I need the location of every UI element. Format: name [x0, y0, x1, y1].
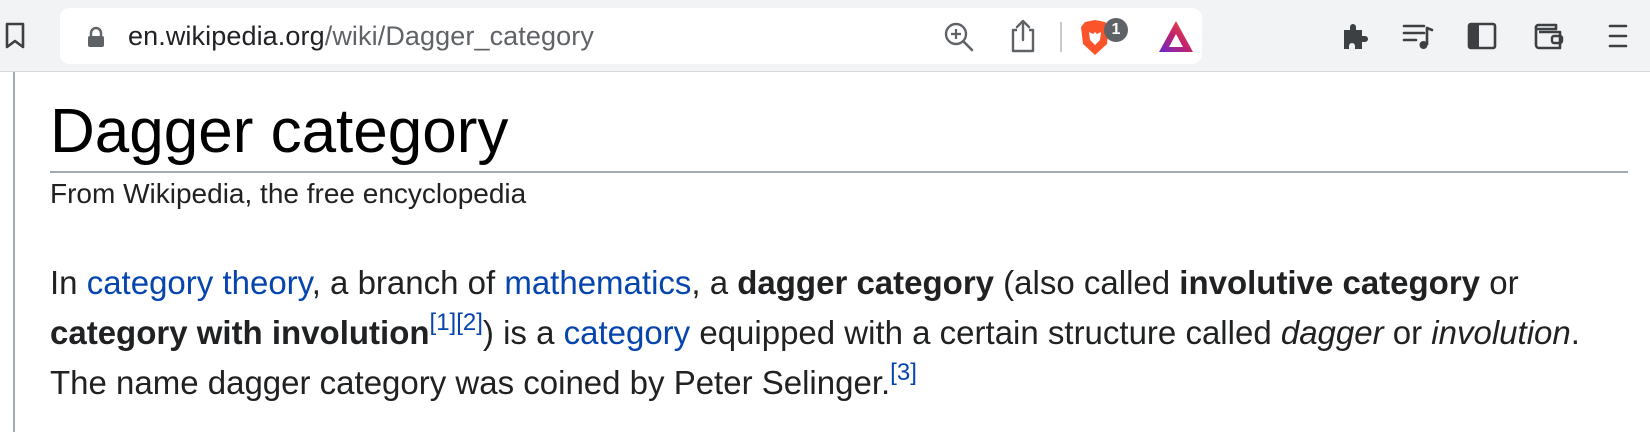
bookmark-icon[interactable] — [2, 20, 28, 52]
browser-toolbar: en.wikipedia.org/wiki/Dagger_category 1 — [0, 0, 1650, 72]
text-span: . — [1570, 314, 1580, 351]
media-playlist-icon[interactable] — [1400, 18, 1436, 54]
paragraph-line: category with involution[1][2]) is a cat… — [50, 308, 1645, 358]
text-span: , a — [691, 264, 738, 301]
share-icon[interactable] — [1006, 18, 1040, 54]
paragraph-line: The name dagger category was coined by P… — [50, 358, 1645, 408]
sidebar-icon[interactable] — [1464, 18, 1500, 54]
citation-3[interactable]: [3] — [890, 359, 917, 386]
link-category-theory[interactable]: category theory — [87, 264, 312, 301]
text-span: , a branch of — [311, 264, 505, 301]
url-text[interactable]: en.wikipedia.org/wiki/Dagger_category — [128, 8, 594, 64]
text-span: The name dagger category was coined by P… — [50, 364, 891, 401]
lock-icon[interactable] — [86, 26, 106, 48]
text-span: or — [1383, 314, 1432, 351]
page-left-border — [13, 72, 15, 432]
text-span: or — [1480, 264, 1519, 301]
citation-1[interactable]: [1] — [430, 309, 457, 336]
menu-icon[interactable] — [1600, 18, 1636, 54]
brave-shields-icon[interactable]: 1 — [1078, 16, 1138, 58]
address-bar-divider — [1060, 22, 1062, 52]
link-mathematics[interactable]: mathematics — [504, 264, 691, 301]
term-dagger-category: dagger category — [737, 264, 995, 301]
term-dagger: dagger — [1280, 314, 1384, 351]
paragraph-line: In category theory, a branch of mathemat… — [50, 258, 1645, 308]
text-span: ) is a — [482, 314, 564, 351]
extensions-icon[interactable] — [1336, 18, 1372, 54]
lead-paragraph: In category theory, a branch of mathemat… — [50, 258, 1645, 408]
term-category-with-involution: category with involution — [50, 314, 430, 351]
citation-2[interactable]: [2] — [456, 309, 483, 336]
wallet-icon[interactable] — [1530, 18, 1566, 54]
text-span: equipped with a certain structure called — [690, 314, 1281, 351]
term-involutive-category: involutive category — [1179, 264, 1481, 301]
url-domain: en.wikipedia.org — [128, 21, 325, 51]
link-category[interactable]: category — [564, 314, 691, 351]
text-span: (also called — [994, 264, 1180, 301]
title-divider — [50, 171, 1628, 173]
page-title: Dagger category — [50, 97, 509, 166]
brave-rewards-icon[interactable] — [1156, 18, 1196, 56]
term-involution: involution — [1431, 314, 1571, 351]
shields-badge-count: 1 — [1104, 18, 1128, 42]
site-tagline: From Wikipedia, the free encyclopedia — [50, 178, 527, 209]
zoom-icon[interactable] — [942, 20, 976, 54]
text-span: In — [50, 264, 87, 301]
url-path: /wiki/Dagger_category — [324, 21, 594, 51]
address-bar[interactable]: en.wikipedia.org/wiki/Dagger_category 1 — [60, 8, 1202, 64]
